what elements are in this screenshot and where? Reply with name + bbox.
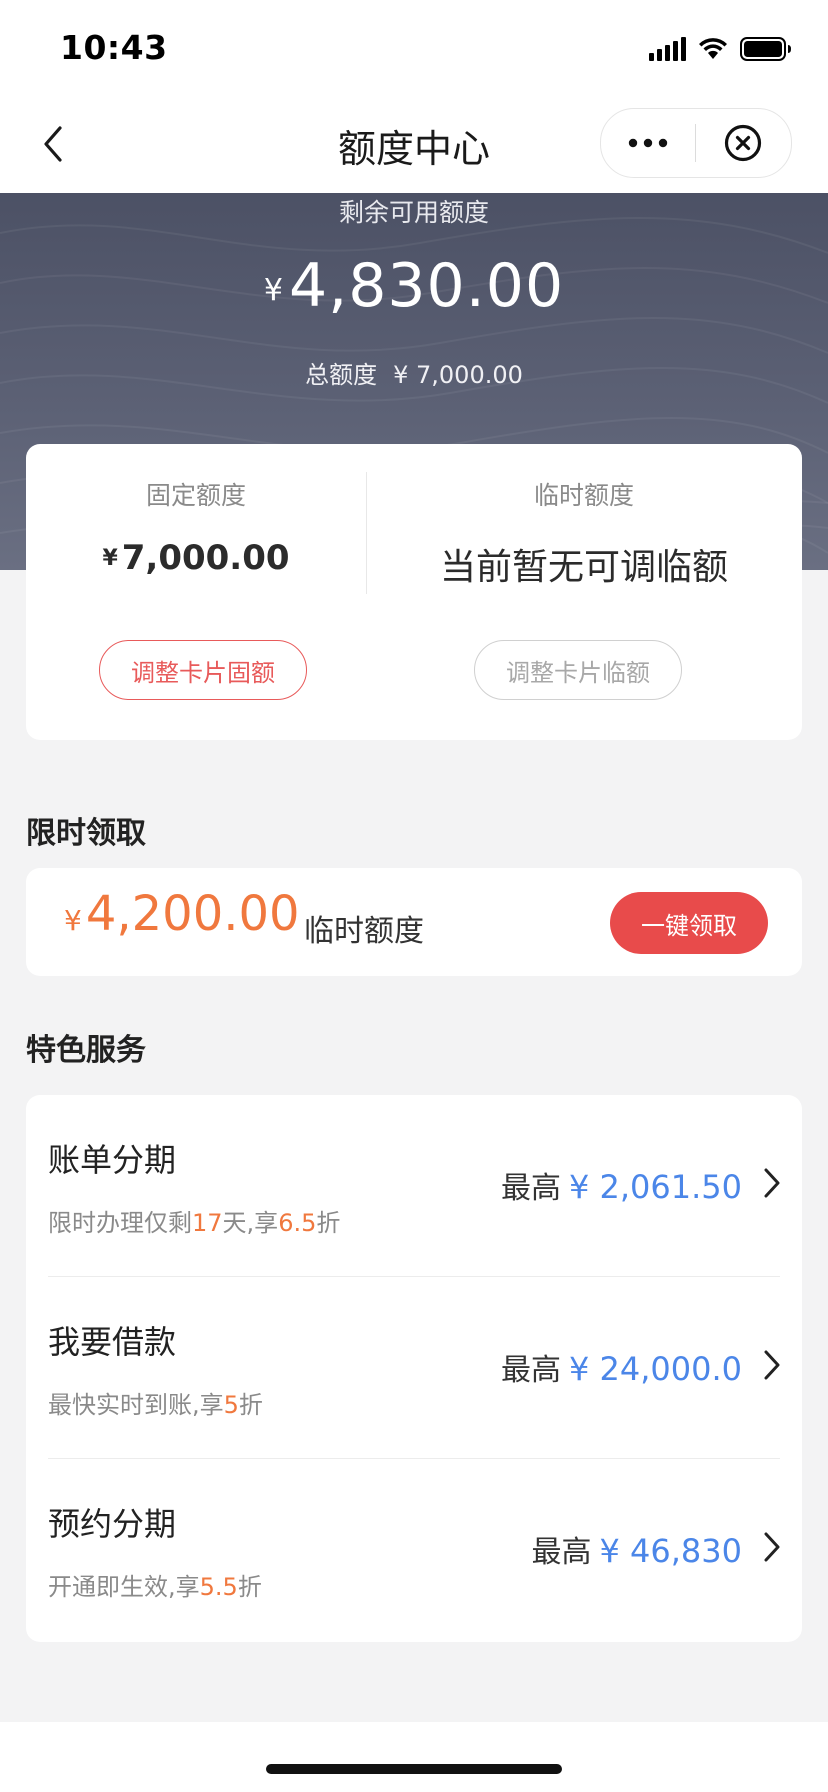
fixed-limit-value: ¥7,000.00 <box>26 538 366 578</box>
total-credit: 总额度 ¥ 7,000.00 <box>0 355 828 390</box>
promo-amount: ¥4,200.00 <box>64 886 300 942</box>
fixed-limit-title: 固定额度 <box>145 481 246 510</box>
desc-text: 最快实时到账,享 <box>48 1391 224 1419</box>
service-item-reserved-installment[interactable]: 预约分期 开通即生效,享5.5折 最高 ¥ 46,830 <box>26 1459 802 1641</box>
currency-symbol: ¥ <box>64 904 82 937</box>
close-button[interactable] <box>696 109 790 177</box>
max-value: ¥ 24,000.0 <box>568 1350 742 1388</box>
services-section-title: 特色服务 <box>26 1033 146 1068</box>
desc-text: 折 <box>237 1573 262 1601</box>
service-name: 我要借款 <box>48 1323 177 1361</box>
max-label: 最高 <box>500 1353 561 1388</box>
service-max-amount: 最高 ¥ 24,000.0 <box>501 1345 742 1389</box>
bottom-safe-area <box>0 1722 828 1792</box>
home-indicator[interactable] <box>266 1764 562 1774</box>
service-description: 开通即生效,享5.5折 <box>48 1567 262 1602</box>
adjust-temporary-limit-button[interactable]: 调整卡片临额 <box>474 640 682 700</box>
desc-text: 折 <box>316 1209 341 1237</box>
temporary-limit-value: 当前暂无可调临额 <box>439 547 728 588</box>
nav-bar: 额度中心 <box>0 98 828 193</box>
total-credit-label: 总额度 <box>305 361 378 389</box>
desc-highlight: 6.5 <box>278 1209 317 1237</box>
total-credit-value: ¥ 7,000.00 <box>393 361 523 389</box>
signal-icon <box>649 37 686 61</box>
available-credit-amount: ¥4,830.00 <box>0 251 828 321</box>
currency-symbol: ¥ <box>102 546 118 571</box>
service-name: 账单分期 <box>48 1141 177 1179</box>
chevron-right-icon <box>764 1350 780 1380</box>
available-credit-value: 4,830.00 <box>288 251 565 321</box>
chevron-right-icon <box>764 1532 780 1562</box>
chevron-right-icon <box>764 1168 780 1198</box>
available-credit-label: 剩余可用额度 <box>338 198 489 227</box>
more-button[interactable] <box>601 109 695 177</box>
status-icons <box>649 36 792 62</box>
desc-text: 折 <box>238 1391 263 1419</box>
battery-icon <box>740 36 792 62</box>
service-description: 限时办理仅剩17天,享6.5折 <box>48 1203 340 1238</box>
service-item-bill-installment[interactable]: 账单分期 限时办理仅剩17天,享6.5折 最高 ¥ 2,061.50 <box>26 1095 802 1277</box>
desc-text: 限时办理仅剩 <box>48 1209 192 1237</box>
promo-amount-value: 4,200.00 <box>85 886 300 942</box>
temporary-limit-title: 临时额度 <box>533 481 634 510</box>
currency-symbol: ¥ <box>263 273 283 308</box>
max-label: 最高 <box>500 1171 561 1206</box>
desc-highlight: 5.5 <box>199 1573 238 1601</box>
adjust-fixed-limit-button[interactable]: 调整卡片固额 <box>99 640 307 700</box>
promo-card: ¥4,200.00 临时额度 一键领取 <box>26 868 802 976</box>
service-description: 最快实时到账,享5折 <box>48 1385 263 1420</box>
desc-highlight: 5 <box>223 1391 239 1419</box>
limited-time-section-title: 限时领取 <box>26 816 146 851</box>
max-value: ¥ 2,061.50 <box>568 1168 742 1206</box>
desc-highlight: 17 <box>192 1209 223 1237</box>
miniprogram-capsule <box>600 108 792 178</box>
services-card: 账单分期 限时办理仅剩17天,享6.5折 最高 ¥ 2,061.50 我要借款 … <box>26 1095 802 1642</box>
status-time: 10:43 <box>60 28 168 67</box>
wifi-icon <box>698 37 728 61</box>
service-max-amount: 最高 ¥ 46,830 <box>532 1527 743 1571</box>
status-bar: 10:43 <box>0 0 828 98</box>
service-item-loan[interactable]: 我要借款 最快实时到账,享5折 最高 ¥ 24,000.0 <box>26 1277 802 1459</box>
desc-text: 开通即生效,享 <box>48 1573 200 1601</box>
close-circle-icon <box>724 124 762 162</box>
claim-button[interactable]: 一键领取 <box>610 892 768 954</box>
max-label: 最高 <box>531 1535 592 1570</box>
fixed-limit-amount: 7,000.00 <box>121 538 290 578</box>
desc-text: 天,享 <box>222 1209 279 1237</box>
promo-label: 临时额度 <box>304 914 424 949</box>
more-icon <box>628 138 668 148</box>
service-max-amount: 最高 ¥ 2,061.50 <box>501 1163 742 1207</box>
max-value: ¥ 46,830 <box>599 1532 743 1570</box>
service-name: 预约分期 <box>48 1505 177 1543</box>
limit-card: 固定额度 ¥7,000.00 临时额度 当前暂无可调临额 调整卡片固额 调整卡片… <box>26 444 802 740</box>
